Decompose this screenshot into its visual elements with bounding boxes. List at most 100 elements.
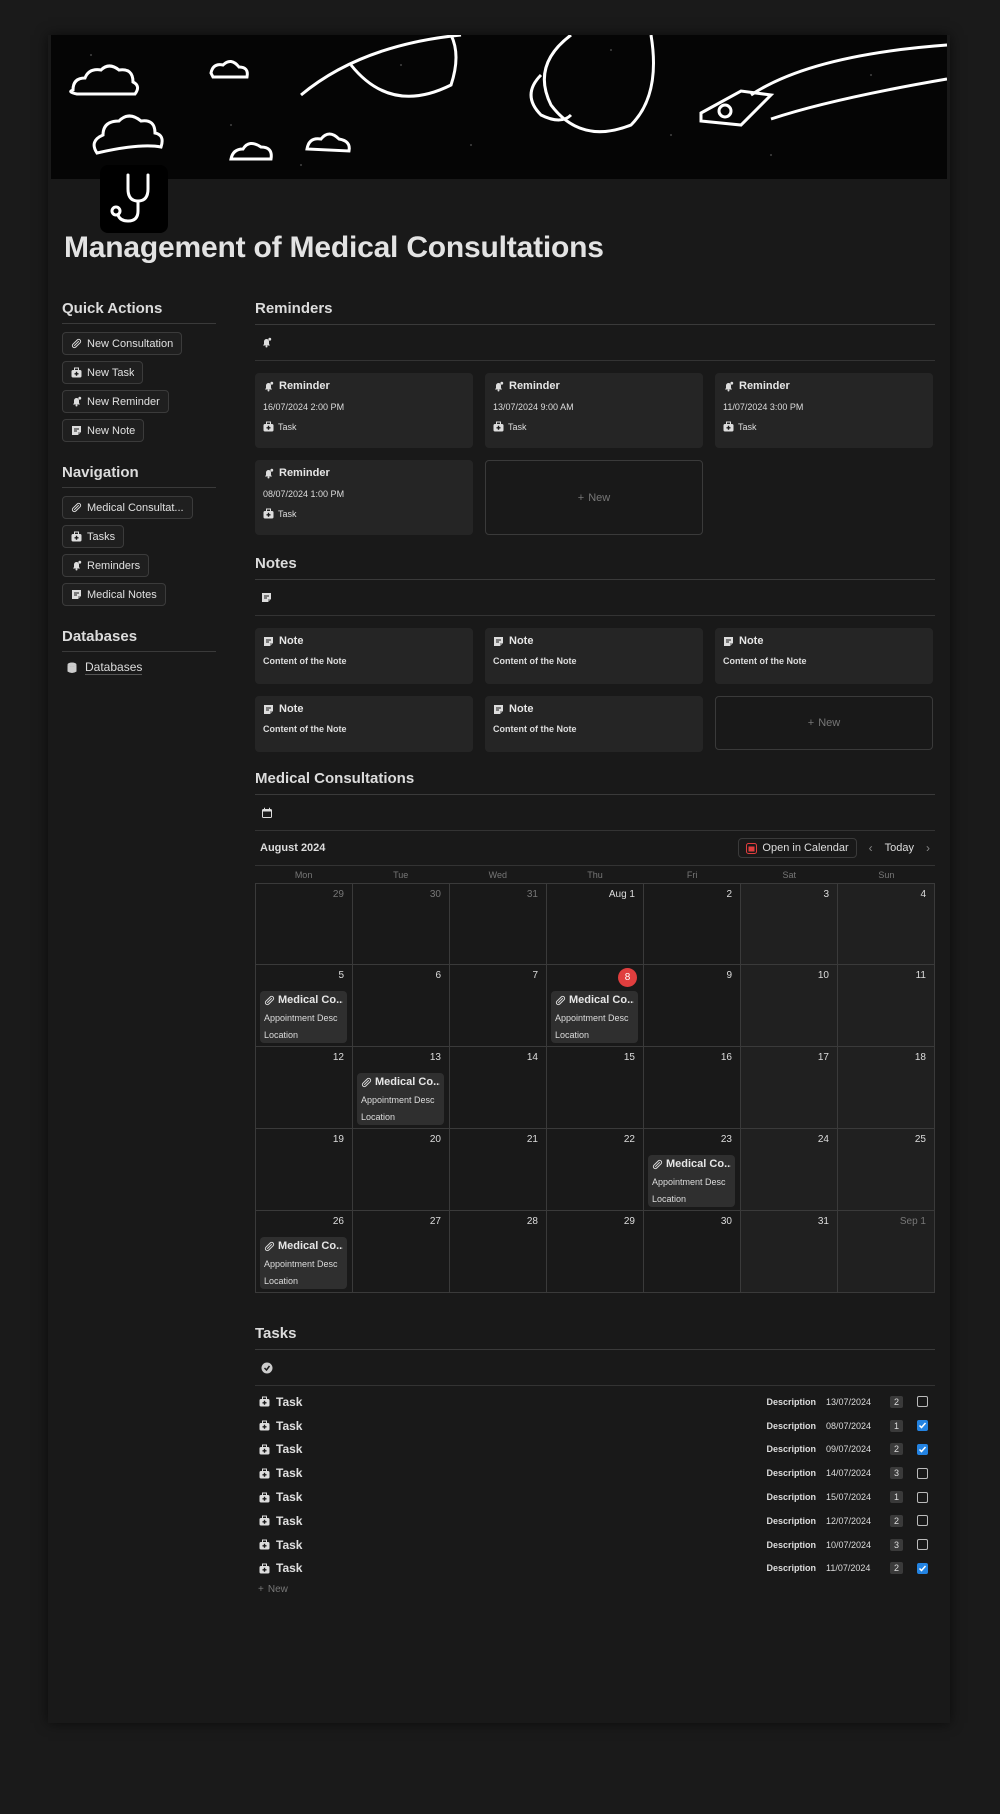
task-name: Task bbox=[276, 1418, 303, 1433]
note-card[interactable]: Note Content of the Note bbox=[485, 628, 703, 684]
quick-action-button-2[interactable]: New Reminder bbox=[62, 390, 169, 413]
nav-button-2[interactable]: Reminders bbox=[62, 554, 150, 577]
calendar-day-cell[interactable]: 29 bbox=[547, 1211, 644, 1293]
calendar-day-number: 20 bbox=[429, 1134, 441, 1145]
calendar-day-number: 19 bbox=[332, 1134, 344, 1145]
note-card[interactable]: Note Content of the Note bbox=[485, 696, 703, 752]
calendar-day-cell[interactable]: 15 bbox=[547, 1047, 644, 1129]
calendar-day-cell[interactable]: 24 bbox=[741, 1129, 838, 1211]
today-button[interactable]: Today bbox=[885, 842, 914, 854]
note-card[interactable]: Note Content of the Note bbox=[255, 628, 473, 684]
calendar-day-cell[interactable]: 10 bbox=[741, 965, 838, 1047]
task-row[interactable]: Task Description 08/07/2024 1 bbox=[255, 1414, 935, 1438]
new-task-button[interactable]: + New bbox=[255, 1584, 935, 1595]
consultation-event[interactable]: Medical Co... Appointment Desc Location bbox=[648, 1155, 735, 1207]
task-done-checkbox[interactable] bbox=[917, 1420, 928, 1432]
calendar-day-cell[interactable]: 31 bbox=[741, 1211, 838, 1293]
open-in-calendar-button[interactable]: Open in Calendar bbox=[738, 838, 857, 858]
task-done-checkbox[interactable] bbox=[917, 1467, 928, 1479]
calendar-day-cell[interactable]: 18 bbox=[838, 1047, 935, 1129]
nav-label: Medical Consultat... bbox=[87, 501, 184, 514]
quick-action-button-1[interactable]: New Task bbox=[62, 361, 144, 384]
task-row[interactable]: Task Description 14/07/2024 3 bbox=[255, 1461, 935, 1485]
consultation-event[interactable]: Medical Co... Appointment Desc Location bbox=[260, 991, 347, 1043]
quick-action-button-0[interactable]: New Consultation bbox=[62, 332, 183, 355]
consultation-event[interactable]: Medical Co... Appointment Desc Location bbox=[260, 1237, 347, 1289]
calendar-day-cell[interactable]: 12 bbox=[256, 1047, 353, 1129]
calendar-day-cell[interactable]: Sep 1 bbox=[838, 1211, 935, 1293]
task-done-checkbox[interactable] bbox=[917, 1443, 928, 1455]
note-card-title-row: Note bbox=[723, 635, 925, 647]
calendar-day-cell[interactable]: 2 bbox=[644, 884, 741, 965]
task-done-checkbox[interactable] bbox=[917, 1562, 928, 1574]
calendar-day-cell[interactable]: 30 bbox=[644, 1211, 741, 1293]
task-row[interactable]: Task Description 10/07/2024 3 bbox=[255, 1533, 935, 1557]
task-row[interactable]: Task Description 12/07/2024 2 bbox=[255, 1509, 935, 1533]
calendar-day-cell[interactable]: 14 bbox=[450, 1047, 547, 1129]
calendar-day-cell[interactable]: Aug 1 bbox=[547, 884, 644, 965]
calendar-day-cell[interactable]: 16 bbox=[644, 1047, 741, 1129]
calendar-day-cell[interactable]: 21 bbox=[450, 1129, 547, 1211]
calendar-day-cell[interactable]: 13 Medical Co... Appointment Desc Location bbox=[353, 1047, 450, 1129]
new-note-card[interactable]: + New bbox=[715, 696, 933, 750]
calendar-day-cell[interactable]: 25 bbox=[838, 1129, 935, 1211]
calendar-day-cell[interactable]: 27 bbox=[353, 1211, 450, 1293]
reminder-card[interactable]: Reminder 11/07/2024 3:00 PM Task bbox=[715, 373, 933, 448]
new-reminder-card[interactable]: + New bbox=[485, 460, 703, 535]
reminder-card[interactable]: Reminder 13/07/2024 9:00 AM Task bbox=[485, 373, 703, 448]
note-icon bbox=[493, 704, 504, 715]
task-done-checkbox[interactable] bbox=[917, 1491, 928, 1503]
reminder-task-relation[interactable]: Task bbox=[263, 508, 465, 519]
calendar-day-cell[interactable]: 26 Medical Co... Appointment Desc Location bbox=[256, 1211, 353, 1293]
task-row[interactable]: Task Description 11/07/2024 2 bbox=[255, 1557, 935, 1581]
check-circle-icon[interactable] bbox=[261, 1362, 273, 1374]
databases-link[interactable]: Databases bbox=[62, 660, 216, 675]
nav-button-1[interactable]: Tasks bbox=[62, 525, 125, 548]
task-name: Task bbox=[276, 1442, 303, 1457]
calendar-day-cell[interactable]: 17 bbox=[741, 1047, 838, 1129]
task-row[interactable]: Task Description 13/07/2024 2 bbox=[255, 1390, 935, 1414]
calendar-day-cell[interactable]: 19 bbox=[256, 1129, 353, 1211]
calendar-day-cell[interactable]: 11 bbox=[838, 965, 935, 1047]
calendar-day-cell[interactable]: 29 bbox=[256, 884, 353, 965]
reminder-card[interactable]: Reminder 16/07/2024 2:00 PM Task bbox=[255, 373, 473, 448]
calendar-day-cell[interactable]: 3 bbox=[741, 884, 838, 965]
calendar-day-cell[interactable]: 7 bbox=[450, 965, 547, 1047]
calendar-day-cell[interactable]: 6 bbox=[353, 965, 450, 1047]
medical-kit-icon bbox=[259, 1420, 270, 1431]
calendar-day-cell[interactable]: 28 bbox=[450, 1211, 547, 1293]
reminder-task-relation[interactable]: Task bbox=[723, 421, 925, 432]
reminder-task-relation[interactable]: Task bbox=[493, 421, 695, 432]
calendar-day-cell[interactable]: 22 bbox=[547, 1129, 644, 1211]
calendar-day-cell[interactable]: 31 bbox=[450, 884, 547, 965]
databases-section: Databases Databases bbox=[62, 628, 216, 675]
calendar-day-cell[interactable]: 8 Medical Co... Appointment Desc Location bbox=[547, 965, 644, 1047]
quick-action-button-3[interactable]: New Note bbox=[62, 419, 145, 442]
chevron-right-icon[interactable]: › bbox=[926, 841, 930, 855]
task-name-cell: Task bbox=[259, 1514, 766, 1528]
consultation-event[interactable]: Medical Co... Appointment Desc Location bbox=[551, 991, 638, 1043]
task-done-checkbox[interactable] bbox=[917, 1539, 928, 1551]
task-name: Task bbox=[276, 1490, 303, 1505]
calendar-day-cell[interactable]: 20 bbox=[353, 1129, 450, 1211]
task-row[interactable]: Task Description 15/07/2024 1 bbox=[255, 1485, 935, 1509]
calendar-day-cell[interactable]: 9 bbox=[644, 965, 741, 1047]
chevron-left-icon[interactable]: ‹ bbox=[869, 841, 873, 855]
nav-button-3[interactable]: Medical Notes bbox=[62, 583, 166, 606]
calendar-day-cell[interactable]: 30 bbox=[353, 884, 450, 965]
calendar-day-cell[interactable]: 23 Medical Co... Appointment Desc Location bbox=[644, 1129, 741, 1211]
reminder-card[interactable]: Reminder 08/07/2024 1:00 PM Task bbox=[255, 460, 473, 535]
note-card[interactable]: Note Content of the Note bbox=[255, 696, 473, 752]
consultation-event[interactable]: Medical Co... Appointment Desc Location bbox=[357, 1073, 444, 1125]
task-done-checkbox[interactable] bbox=[917, 1396, 928, 1408]
calendar-icon[interactable] bbox=[261, 807, 273, 819]
calendar-day-cell[interactable]: 5 Medical Co... Appointment Desc Location bbox=[256, 965, 353, 1047]
reminder-task-relation[interactable]: Task bbox=[263, 421, 465, 432]
note-icon[interactable] bbox=[261, 592, 272, 603]
nav-button-0[interactable]: Medical Consultat... bbox=[62, 496, 193, 519]
note-card[interactable]: Note Content of the Note bbox=[715, 628, 933, 684]
bell-icon[interactable] bbox=[261, 337, 272, 348]
calendar-day-cell[interactable]: 4 bbox=[838, 884, 935, 965]
task-row[interactable]: Task Description 09/07/2024 2 bbox=[255, 1438, 935, 1462]
task-done-checkbox[interactable] bbox=[917, 1515, 928, 1527]
